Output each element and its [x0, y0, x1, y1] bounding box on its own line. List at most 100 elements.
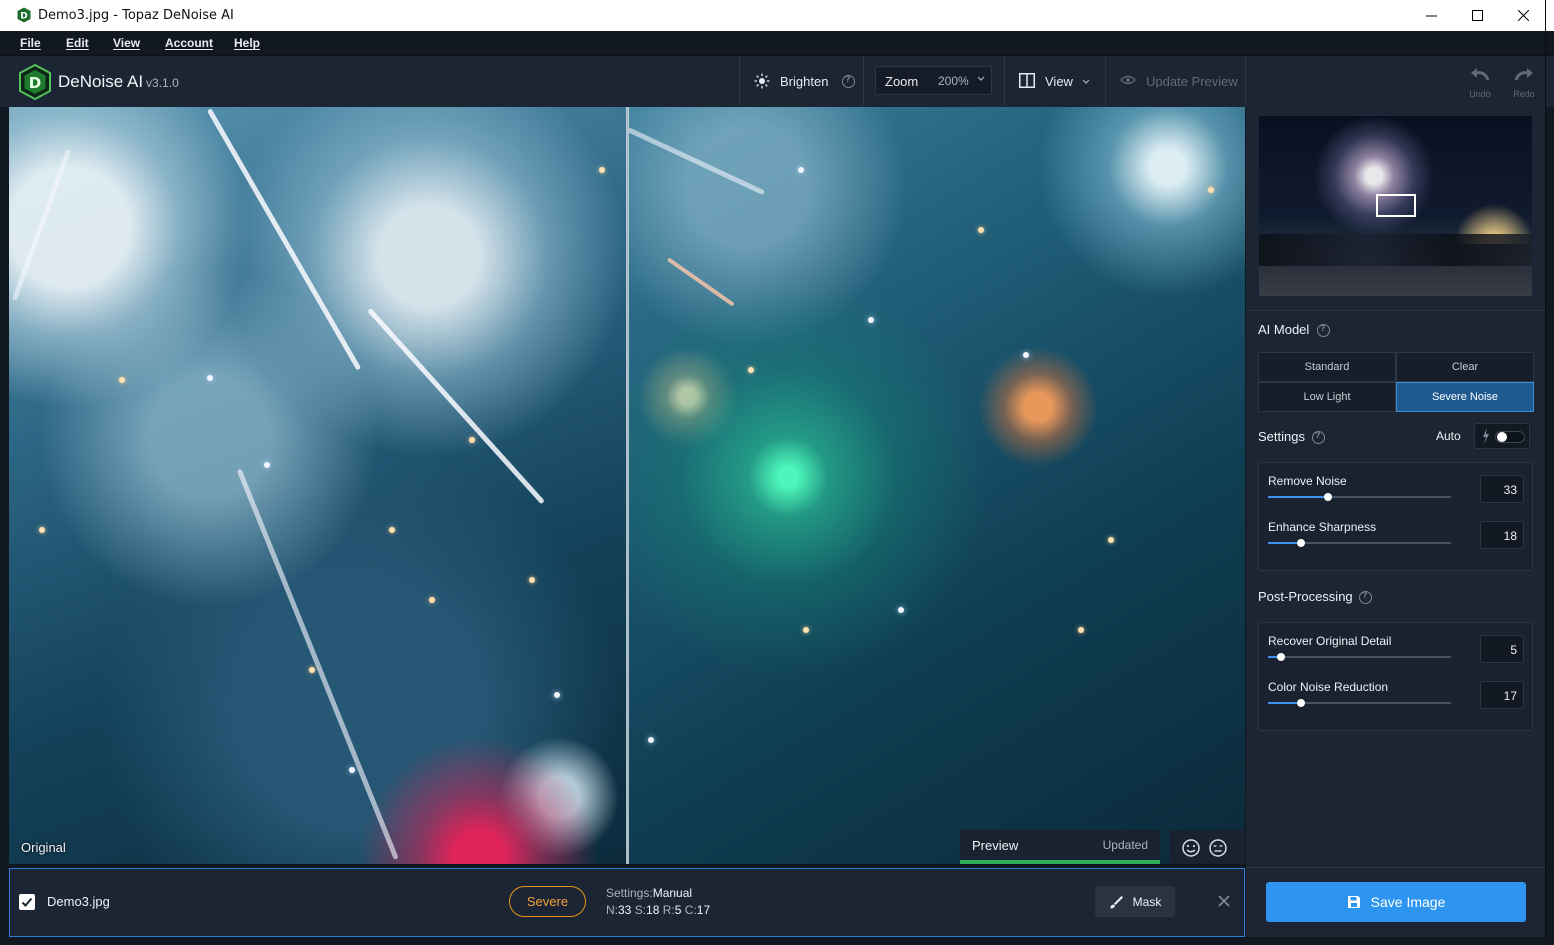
slider-knob[interactable] [1276, 653, 1285, 661]
mask-button[interactable]: Mask [1095, 886, 1175, 917]
app-brand: DeNoise AI v3.1.0 [58, 72, 179, 92]
recover-summary-label: R: [662, 903, 675, 917]
auto-toggle[interactable] [1474, 423, 1530, 449]
firework-spark [599, 167, 605, 173]
remove-file-icon[interactable] [1216, 893, 1232, 909]
view-mode-select[interactable]: View [1045, 74, 1073, 89]
model-low-light-button[interactable]: Low Light [1258, 382, 1396, 412]
brighten-help-icon[interactable] [842, 74, 855, 88]
firework-spark [748, 367, 754, 373]
model-severe-noise-button[interactable]: Severe Noise [1396, 382, 1534, 412]
firework-streak [11, 148, 72, 301]
firework-spark [1078, 627, 1084, 633]
toggle-track [1495, 431, 1525, 443]
mask-label: Mask [1132, 894, 1162, 909]
firework-spark [868, 317, 874, 323]
menu-account[interactable]: Account [165, 36, 213, 50]
minimize-icon [1425, 15, 1437, 17]
color-noise-label: Color Noise Reduction [1268, 680, 1389, 694]
title-bar: D Demo3.jpg - Topaz DeNoise AI [0, 0, 1554, 31]
settings-help-icon[interactable] [1312, 430, 1325, 444]
settings-sliders-box: Remove Noise 33 Enhance Sharpness 18 [1258, 462, 1533, 571]
lightning-icon [1483, 428, 1489, 444]
minimize-button[interactable] [1408, 0, 1454, 31]
firework-spark [119, 377, 125, 383]
preview-image [626, 107, 1245, 864]
update-preview-button[interactable]: Update Preview [1146, 74, 1238, 89]
thumbnail-cars [1259, 234, 1532, 266]
toolbar-divider [863, 56, 864, 106]
close-window-button[interactable] [1500, 0, 1546, 31]
post-processing-box: Recover Original Detail 5 Color Noise Re… [1258, 622, 1533, 731]
neutral-face-icon[interactable] [1209, 839, 1227, 857]
firework-streak [206, 108, 362, 371]
undo-button[interactable]: Undo [1465, 66, 1495, 99]
face-controls [1170, 830, 1245, 864]
brush-icon [1110, 895, 1123, 908]
checkmark-icon [21, 897, 33, 907]
enhance-sharpness-slider[interactable] [1268, 539, 1451, 547]
file-checkbox[interactable] [19, 894, 35, 910]
firework-spark [529, 577, 535, 583]
firework-spark [803, 627, 809, 633]
remove-noise-value[interactable]: 33 [1480, 475, 1524, 503]
firework-spark [349, 767, 355, 773]
recover-detail-slider[interactable] [1268, 653, 1451, 661]
chevron-down-icon [1082, 79, 1090, 84]
slider-knob[interactable] [1296, 699, 1305, 707]
menu-view[interactable]: View [113, 36, 140, 50]
firework-spark [39, 527, 45, 533]
remove-noise-slider[interactable] [1268, 493, 1451, 501]
color-noise-value[interactable]: 17 [1480, 681, 1524, 709]
zoom-label: Zoom [885, 74, 919, 89]
window-title: Demo3.jpg - Topaz DeNoise AI [38, 8, 234, 23]
sharpness-summary-label: S: [634, 903, 647, 917]
menu-help[interactable]: Help [234, 36, 260, 50]
slider-fill [1268, 496, 1329, 498]
firework-spark [1023, 352, 1029, 358]
slider-knob[interactable] [1324, 493, 1333, 501]
recover-detail-value[interactable]: 5 [1480, 635, 1524, 663]
firework-spark [429, 597, 435, 603]
firework-spark [1108, 537, 1114, 543]
auto-label: Auto [1436, 429, 1461, 443]
model-standard-button[interactable]: Standard [1258, 352, 1396, 382]
close-icon [1517, 10, 1529, 21]
redo-button[interactable]: Redo [1509, 66, 1539, 99]
post-processing-title: Post-Processing [1258, 589, 1353, 604]
menu-file[interactable]: File [20, 36, 41, 50]
ai-model-title: AI Model [1258, 322, 1310, 337]
recover-detail-label: Recover Original Detail [1268, 634, 1392, 648]
ai-model-help-icon[interactable] [1317, 323, 1330, 337]
save-image-button[interactable]: Save Image [1266, 882, 1526, 922]
redo-icon [1514, 68, 1533, 81]
post-processing-help-icon[interactable] [1359, 590, 1372, 604]
split-divider-handle[interactable] [626, 107, 629, 864]
color-noise-slider[interactable] [1268, 699, 1451, 707]
enhance-sharpness-value[interactable]: 18 [1480, 521, 1524, 549]
preview-progress-bar [960, 860, 1160, 864]
color-summary-label: C: [684, 903, 697, 917]
menu-edit[interactable]: Edit [66, 36, 89, 50]
brighten-icon [754, 73, 770, 89]
smiley-face-icon[interactable] [1182, 839, 1200, 857]
file-name[interactable]: Demo3.jpg [47, 894, 110, 909]
maximize-button[interactable] [1454, 0, 1500, 31]
slider-knob[interactable] [1296, 539, 1305, 547]
model-clear-button[interactable]: Clear [1396, 352, 1534, 382]
image-viewer[interactable] [9, 107, 1245, 864]
save-image-label: Save Image [1370, 894, 1446, 910]
firework-spark [469, 437, 475, 443]
firework-spark [648, 737, 654, 743]
zoom-select[interactable]: Zoom 200% [875, 66, 992, 95]
brighten-toggle[interactable]: Brighten [780, 74, 828, 89]
toolbar-divider [739, 56, 740, 106]
navigator-thumbnail[interactable] [1259, 116, 1532, 296]
brand-version: v3.1.0 [146, 76, 179, 90]
navigator-viewport-rect[interactable] [1376, 194, 1416, 217]
original-label: Original [21, 840, 66, 855]
preview-status-tab: Preview Updated [960, 830, 1160, 864]
brand-name: DeNoise AI [58, 72, 144, 91]
firework-streak [626, 127, 766, 196]
split-view-icon [1019, 73, 1035, 88]
